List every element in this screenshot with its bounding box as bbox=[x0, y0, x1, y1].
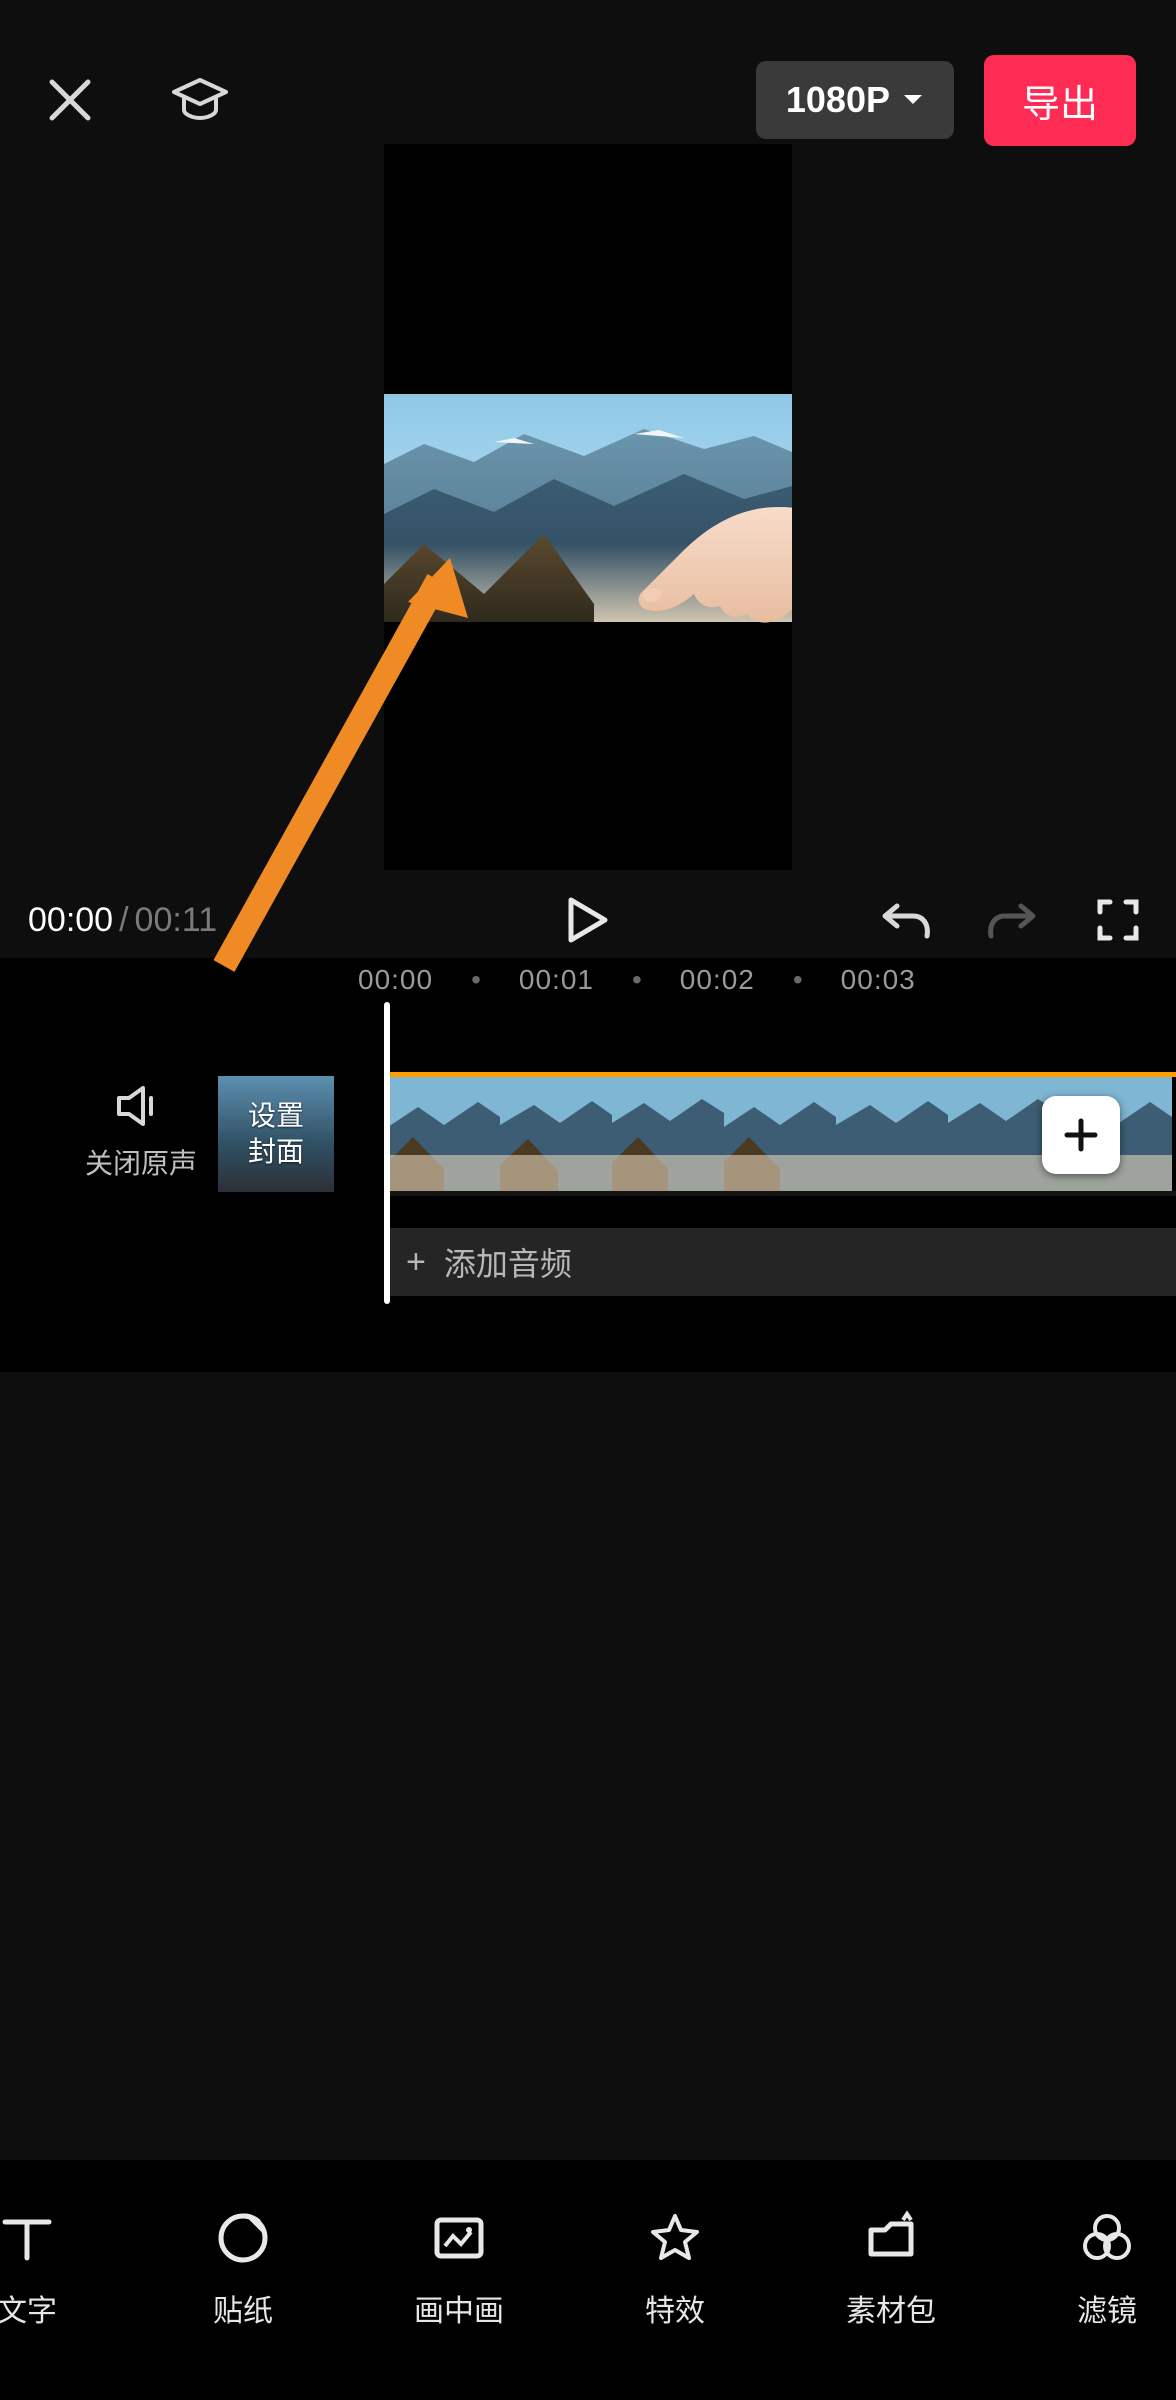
add-clip-button[interactable] bbox=[1042, 1096, 1120, 1174]
current-time: 00:00 bbox=[28, 901, 113, 939]
fullscreen-button[interactable] bbox=[1088, 890, 1148, 950]
undo-button[interactable] bbox=[876, 890, 936, 950]
graduation-cap-icon bbox=[170, 76, 230, 124]
undo-icon bbox=[881, 898, 931, 942]
time-ruler[interactable]: 00:00 • 00:01 • 00:02 • 00:03 bbox=[0, 958, 1176, 1002]
tutorial-button[interactable] bbox=[170, 70, 230, 130]
fullscreen-icon bbox=[1096, 898, 1140, 942]
tool-material-pack[interactable]: 素材包 bbox=[824, 2210, 958, 2330]
preview-canvas[interactable] bbox=[384, 144, 792, 870]
bottom-toolbar: 文字 贴纸 画中画 特效 素材包 滤镜 bbox=[0, 2160, 1176, 2400]
timeline[interactable]: 关闭原声 设置 封面 + 添加音频 bbox=[0, 1002, 1176, 1372]
ruler-tick: 00:02 bbox=[680, 964, 755, 996]
clip-frame bbox=[836, 1077, 948, 1191]
clip-frame bbox=[612, 1077, 724, 1191]
resolution-dropdown[interactable]: 1080P bbox=[756, 61, 954, 139]
mute-original-audio[interactable]: 关闭原声 bbox=[78, 1084, 204, 1182]
add-audio-track[interactable]: + 添加音频 bbox=[388, 1228, 1176, 1296]
tool-filter[interactable]: 滤镜 bbox=[1040, 2210, 1174, 2330]
chevron-down-icon bbox=[902, 93, 924, 107]
redo-button[interactable] bbox=[982, 890, 1042, 950]
clip-frame bbox=[388, 1077, 500, 1191]
close-icon bbox=[44, 74, 96, 126]
sticker-icon bbox=[215, 2210, 271, 2266]
time-readout: 00:00/00:11 bbox=[28, 901, 217, 940]
resolution-label: 1080P bbox=[786, 79, 890, 121]
plus-icon bbox=[1061, 1115, 1101, 1155]
clip-frame bbox=[500, 1077, 612, 1191]
pip-icon bbox=[431, 2210, 487, 2266]
effects-icon bbox=[647, 2210, 703, 2266]
filter-icon bbox=[1079, 2210, 1135, 2266]
tool-effects[interactable]: 特效 bbox=[608, 2210, 742, 2330]
play-button[interactable] bbox=[558, 890, 618, 950]
speaker-icon bbox=[115, 1084, 167, 1128]
pointing-hand-overlay bbox=[602, 474, 792, 634]
total-duration: 00:11 bbox=[135, 901, 218, 939]
play-icon bbox=[567, 896, 609, 944]
clip-frame bbox=[724, 1077, 836, 1191]
tool-sticker[interactable]: 贴纸 bbox=[176, 2210, 310, 2330]
ruler-tick: 00:01 bbox=[519, 964, 594, 996]
ruler-tick: 00:03 bbox=[841, 964, 916, 996]
export-label: 导出 bbox=[1022, 84, 1098, 126]
text-icon bbox=[0, 2210, 55, 2266]
playhead[interactable] bbox=[384, 1002, 390, 1304]
set-cover-button[interactable]: 设置 封面 bbox=[218, 1076, 334, 1192]
close-button[interactable] bbox=[40, 70, 100, 130]
export-button[interactable]: 导出 bbox=[984, 55, 1136, 146]
tool-pip[interactable]: 画中画 bbox=[392, 2210, 526, 2330]
plus-icon: + bbox=[406, 1243, 426, 1282]
redo-icon bbox=[987, 898, 1037, 942]
add-audio-label: 添加音频 bbox=[444, 1239, 572, 1285]
material-pack-icon bbox=[863, 2210, 919, 2266]
mute-label: 关闭原声 bbox=[85, 1142, 197, 1182]
tool-text[interactable]: 文字 bbox=[0, 2210, 94, 2330]
ruler-tick: 00:00 bbox=[358, 964, 433, 996]
